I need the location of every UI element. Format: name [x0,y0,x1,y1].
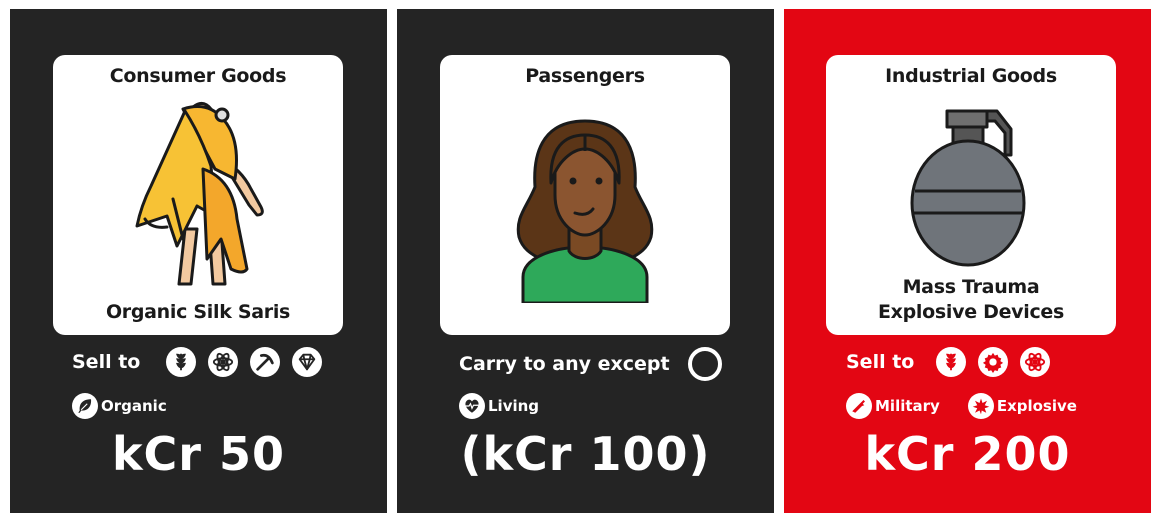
science-icon [208,347,239,377]
cargo-name: Organic Silk Saris [105,301,291,323]
cargo-card-industrial-goods[interactable]: Industrial Goods Mass Trauma Explosive D… [784,9,1151,513]
cargo-name: Mass Trauma Explosive Devices [877,276,1065,323]
card-image-panel: Consumer Goods Organic Silk Saris [53,55,343,335]
tag-row: Organic [72,393,167,419]
mining-icon [250,347,281,377]
rifle-icon [846,393,872,419]
card-image-panel: Passengers [440,55,730,335]
cargo-card-consumer-goods[interactable]: Consumer Goods Organic Silk Saris Sell t… [10,9,387,513]
tag-row: Living [459,393,539,419]
empty-circle-icon [687,347,722,381]
agriculture-icon [166,347,197,377]
cargo-price: (kCr 100) [460,427,711,481]
card-category: Industrial Goods [885,65,1057,87]
passenger-woman-illustration [516,119,654,303]
grenade-illustration [910,109,1026,267]
tag-military: Military [846,393,940,419]
tag-organic: Organic [72,393,167,419]
rule-label: Carry to any except [459,353,670,375]
tag-living: Living [459,393,539,419]
tag-row: Military Explosive [846,393,1077,419]
carry-rule-row: Carry to any except [459,347,722,381]
sell-to-row: Sell to [72,347,323,377]
industrial-gear-icon [978,347,1009,377]
card-category: Passengers [525,65,645,87]
cargo-card-passengers[interactable]: Passengers Carry to any except Living (k… [397,9,774,513]
cargo-price: kCr 200 [864,427,1071,481]
rule-label: Sell to [846,351,915,373]
silk-saris-illustration [135,102,264,286]
card-image-panel: Industrial Goods Mass Trauma Explosive D… [826,55,1116,335]
rule-label: Sell to [72,351,141,373]
sell-to-row: Sell to [846,347,1051,377]
explosion-icon [967,393,994,419]
tag-explosive: Explosive [967,393,1077,419]
card-category: Consumer Goods [109,65,287,87]
heartbeat-icon [459,393,485,419]
leaf-icon [72,393,98,419]
science-icon [1020,347,1051,377]
agriculture-icon [936,347,967,377]
luxury-gem-icon [292,347,323,377]
cargo-price: kCr 50 [111,427,286,481]
